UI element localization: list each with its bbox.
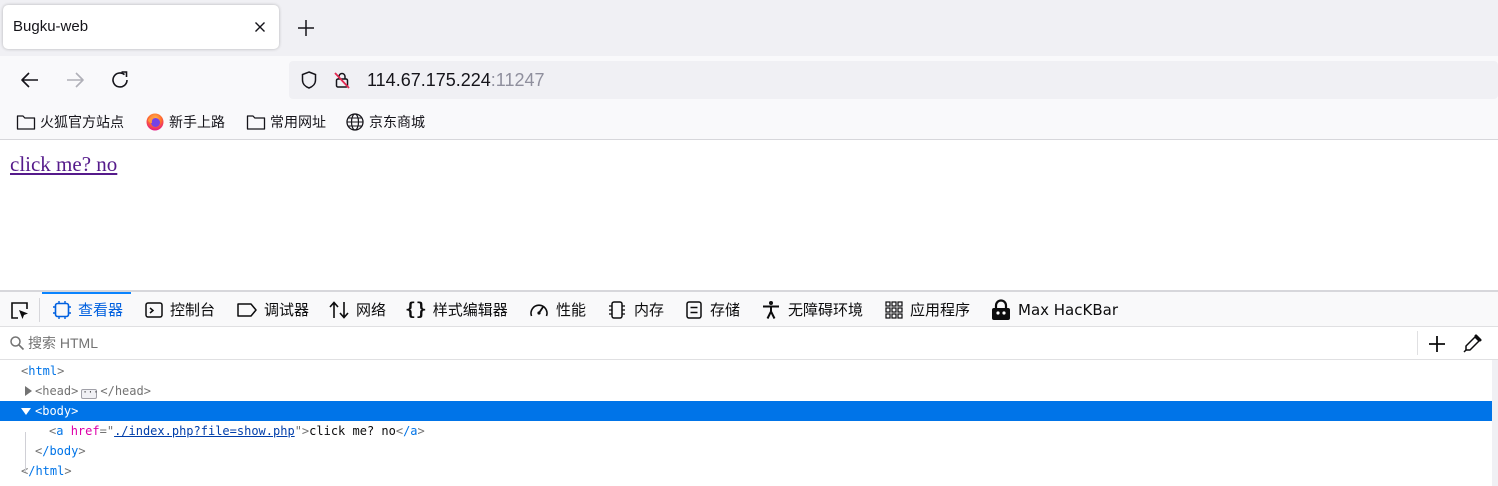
add-node-plus-icon[interactable] <box>1426 333 1448 355</box>
devtools-toolbar: 查看器 控制台 调试器 网络 {} 样式编辑器 性能 内存 存储 无障碍环境 应… <box>0 292 1498 327</box>
collapsed-ellipsis-icon[interactable]: ··· <box>81 389 99 399</box>
memory-icon <box>609 300 625 319</box>
bookmark-label: 常用网址 <box>270 115 326 131</box>
tab-strip: Bugku-web <box>0 0 1498 56</box>
toolbar-separator <box>39 298 40 322</box>
node-html-close[interactable]: </html> <box>0 461 1492 481</box>
anchor-text: click me? no <box>309 424 396 438</box>
tab-console[interactable]: 控制台 <box>144 292 215 327</box>
insecure-lock-icon[interactable] <box>332 70 352 90</box>
bookmark-label: 新手上路 <box>169 115 225 131</box>
url-host: 114.67.175.224 <box>367 70 491 90</box>
tab-label: 无障碍环境 <box>788 301 864 319</box>
node-html-open[interactable]: <html> <box>0 361 1492 381</box>
bookmark-jd-mall[interactable]: 京东商城 <box>345 111 425 133</box>
forward-arrow-icon[interactable] <box>63 68 87 92</box>
tab-label: 应用程序 <box>910 301 971 319</box>
node-body-close[interactable]: </body> <box>0 441 1492 461</box>
click-me-link[interactable]: click me? no <box>10 152 117 177</box>
tag-name: /head <box>107 384 144 398</box>
hackbar-icon <box>992 298 1010 320</box>
network-icon <box>329 300 349 319</box>
globe-icon <box>346 113 364 131</box>
html-search-input[interactable] <box>28 333 1408 353</box>
markup-scrollbar[interactable] <box>1492 360 1498 486</box>
url-text[interactable]: 114.67.175.224:11247 <box>367 70 545 91</box>
accessibility-icon <box>763 300 779 319</box>
devtools-panel: 查看器 控制台 调试器 网络 {} 样式编辑器 性能 内存 存储 无障碍环境 应… <box>0 290 1498 486</box>
tab-title: Bugku-web <box>13 18 89 35</box>
bookmark-firefox-official[interactable]: 火狐官方站点 <box>16 111 124 133</box>
tag-name: /a <box>403 424 418 438</box>
tracking-protection-shield-icon[interactable] <box>299 70 319 90</box>
firefox-icon <box>146 113 164 131</box>
tag-name: body <box>42 404 72 418</box>
tab-performance[interactable]: 性能 <box>528 292 586 327</box>
tab-accessibility[interactable]: 无障碍环境 <box>760 292 863 327</box>
page-content: click me? no <box>0 141 1498 290</box>
inspector-icon <box>53 300 71 319</box>
tab-label: 调试器 <box>264 301 310 319</box>
tab-label: 存储 <box>710 301 741 319</box>
tab-label: 网络 <box>356 301 387 319</box>
tab-label: 内存 <box>634 301 665 319</box>
tag-name: /html <box>28 464 65 478</box>
eyedropper-icon[interactable] <box>1461 333 1483 355</box>
tab-memory[interactable]: 内存 <box>606 292 664 327</box>
tag-name: head <box>42 384 72 398</box>
tab-network[interactable]: 网络 <box>328 292 386 327</box>
url-port: :11247 <box>490 70 545 90</box>
tab-storage[interactable]: 存储 <box>684 292 740 327</box>
debugger-icon <box>237 302 257 317</box>
tab-label: 控制台 <box>170 301 216 319</box>
attr-value-link[interactable]: ./index.php?file=show.php <box>114 424 295 438</box>
tab-label: 查看器 <box>78 301 124 319</box>
bookmark-label: 京东商城 <box>369 115 425 131</box>
reload-icon[interactable] <box>108 68 132 92</box>
tab-max-hackbar[interactable]: Max HacKBar <box>990 292 1118 327</box>
tab-label: 性能 <box>556 301 587 319</box>
tab-application[interactable]: 应用程序 <box>884 292 970 327</box>
application-icon <box>885 300 903 319</box>
folder-icon <box>16 115 36 130</box>
bookmark-getting-started[interactable]: 新手上路 <box>145 111 225 133</box>
folder-icon <box>246 115 266 130</box>
tag-name: a <box>56 424 64 438</box>
tab-style-editor[interactable]: {} 样式编辑器 <box>405 292 508 327</box>
tree-indent-guide <box>25 432 26 472</box>
bookmark-common-sites[interactable]: 常用网址 <box>246 111 326 133</box>
console-icon <box>145 301 163 318</box>
collapse-arrow-icon[interactable] <box>21 408 31 415</box>
node-head[interactable]: <head> ··· </head> <box>0 381 1492 401</box>
element-picker-icon[interactable] <box>8 299 32 323</box>
close-icon[interactable] <box>251 18 269 36</box>
tab-inspector[interactable]: 查看器 <box>41 292 132 327</box>
storage-icon <box>686 300 702 319</box>
attr-name: href <box>70 424 100 438</box>
tab-debugger[interactable]: 调试器 <box>236 292 309 327</box>
style-editor-icon: {} <box>405 299 427 320</box>
tab-label: 样式编辑器 <box>432 301 508 319</box>
expand-arrow-icon[interactable] <box>25 386 32 396</box>
performance-icon <box>530 303 548 316</box>
navigation-toolbar: 114.67.175.224:11247 <box>0 56 1498 104</box>
url-bar[interactable]: 114.67.175.224:11247 <box>289 61 1498 99</box>
markup-tree: <html> <head> ··· </head> <body> <a href="… <box>0 360 1492 486</box>
back-arrow-icon[interactable] <box>18 68 42 92</box>
bookmarks-toolbar: 火狐官方站点 新手上路 常用网址 京东商城 <box>0 104 1498 140</box>
tag-name: html <box>28 364 58 378</box>
bookmark-label: 火狐官方站点 <box>40 115 124 131</box>
node-body-selected[interactable]: <body> <box>0 401 1492 421</box>
search-icon <box>10 336 25 351</box>
new-tab-plus-icon[interactable] <box>294 16 318 40</box>
tab-label: Max HacKBar <box>1018 300 1118 319</box>
tab-bugku-web[interactable]: Bugku-web <box>3 5 279 49</box>
tag-name: /body <box>42 444 79 458</box>
html-search-bar <box>0 327 1498 360</box>
node-anchor[interactable]: <a href="./index.php?file=show.php">clic… <box>0 421 1492 441</box>
search-separator <box>1417 331 1418 355</box>
